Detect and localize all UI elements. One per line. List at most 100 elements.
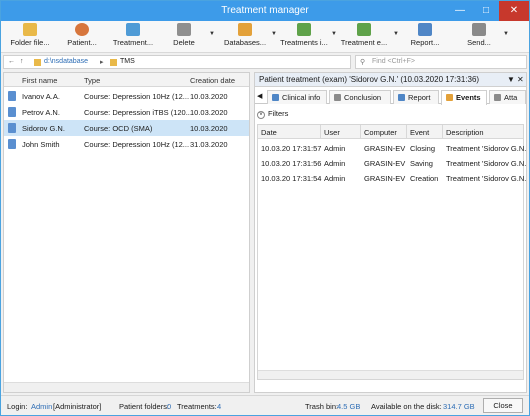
event-date: 10.03.20 17:31:56 xyxy=(261,159,322,168)
trash-bin-label: Trash bin: xyxy=(305,402,339,411)
dropdown-icon[interactable]: ▼ xyxy=(507,75,515,84)
event-user: Admin xyxy=(324,144,346,153)
row-date: 10.03.2020 xyxy=(190,124,228,133)
tab-events[interactable]: Events xyxy=(441,90,487,105)
detail-title-bar: Patient treatment (exam) 'Sidorov G.N.' … xyxy=(255,73,526,87)
report-tab-icon xyxy=(398,94,405,101)
tab-conclusion[interactable]: Conclusion xyxy=(329,90,391,104)
col-computer[interactable]: Computer xyxy=(364,128,397,137)
folder-icon xyxy=(23,23,37,36)
patients-grid-header: First name Type Creation date xyxy=(4,73,249,87)
close-panel-icon[interactable]: ✕ xyxy=(517,75,524,84)
patient-icon xyxy=(75,23,89,36)
col-event[interactable]: Event xyxy=(410,128,429,137)
treatments-import-dropdown-arrow[interactable]: ▼ xyxy=(331,31,337,37)
breadcrumb-folder[interactable]: TMS xyxy=(120,58,135,65)
table-row[interactable]: Sidorov G.N. Course: OCD (SMA) 10.03.202… xyxy=(4,120,249,136)
login-user: Admin xyxy=(31,402,53,411)
tab-scroll-left-icon[interactable]: ◀ xyxy=(257,92,262,100)
breadcrumb: ← ↑ d:\nsdatabase ▸ TMS xyxy=(3,55,351,69)
detail-tabs: ◀ Clinical info Conclusion Report Events… xyxy=(255,89,526,105)
minimize-button[interactable]: — xyxy=(447,1,473,21)
conclusion-icon xyxy=(334,94,341,101)
delete-button[interactable]: Delete xyxy=(167,23,201,51)
databases-dropdown-arrow[interactable]: ▼ xyxy=(271,31,277,37)
table-row[interactable]: Petrov A.N. Course: Depression iTBS (120… xyxy=(4,104,249,120)
patient-button[interactable]: Patient... xyxy=(61,23,103,51)
column-divider xyxy=(406,125,407,139)
close-button[interactable]: Close xyxy=(483,398,523,413)
patient-folders-count: 0 xyxy=(167,402,172,411)
row-date: 10.03.2020 xyxy=(190,92,228,101)
patients-horizontal-scrollbar[interactable] xyxy=(4,382,249,392)
events-horizontal-scrollbar[interactable] xyxy=(258,370,523,379)
treatment-detail-panel: Patient treatment (exam) 'Sidorov G.N.' … xyxy=(254,72,527,393)
col-creation-date[interactable]: Creation date xyxy=(190,76,235,85)
maximize-button[interactable]: □ xyxy=(473,1,499,21)
send-icon xyxy=(472,23,486,36)
col-user[interactable]: User xyxy=(324,128,340,137)
col-description[interactable]: Description xyxy=(446,128,484,137)
disk-space-value: 314.7 GB xyxy=(443,402,475,411)
tab-label: Conclusion xyxy=(344,93,382,102)
events-table: Date User Computer Event Description 10.… xyxy=(257,124,526,380)
report-button[interactable]: Report... xyxy=(405,23,445,51)
back-arrow-icon[interactable]: ← xyxy=(8,58,15,65)
row-name: Ivanov A.A. xyxy=(22,92,60,101)
table-row[interactable]: 10.03.20 17:31:56 Admin GRASIN-EV Saving… xyxy=(258,156,526,170)
treatment-icon xyxy=(126,23,140,36)
folder-file-label: Folder file... xyxy=(10,38,50,47)
detail-title: Patient treatment (exam) 'Sidorov G.N.' … xyxy=(259,75,480,84)
treatments-label: Treatments: xyxy=(177,402,217,411)
tab-report[interactable]: Report xyxy=(393,90,439,104)
table-row[interactable]: John Smith Course: Depression 10Hz (12..… xyxy=(4,136,249,152)
column-divider xyxy=(442,125,443,139)
event-computer: GRASIN-EV xyxy=(364,174,406,183)
patients-grid: First name Type Creation date Ivanov A.A… xyxy=(3,72,250,393)
treatments-import-button[interactable]: Treatments i... xyxy=(279,23,329,51)
filters-toggle[interactable]: ˅ Filters xyxy=(257,109,288,119)
patient-folders-label: Patient folders: xyxy=(119,402,170,411)
delete-dropdown-arrow[interactable]: ▼ xyxy=(209,31,215,37)
tms-folder-icon xyxy=(110,59,117,66)
table-row[interactable]: 10.03.20 17:31:54 Admin GRASIN-EV Creati… xyxy=(258,171,526,185)
drive-folder-icon xyxy=(34,59,41,66)
table-row[interactable]: Ivanov A.A. Course: Depression 10Hz (12.… xyxy=(4,88,249,104)
event-computer: GRASIN-EV xyxy=(364,144,406,153)
col-date[interactable]: Date xyxy=(261,128,277,137)
col-type[interactable]: Type xyxy=(84,76,100,85)
search-input[interactable]: ⚲ Find <Ctrl+F> xyxy=(355,55,527,69)
login-role: [Administrator] xyxy=(53,402,102,411)
col-first-name[interactable]: First name xyxy=(22,76,57,85)
send-dropdown-arrow[interactable]: ▼ xyxy=(503,31,509,37)
tab-label: Events xyxy=(456,93,481,102)
search-icon: ⚲ xyxy=(360,59,366,66)
treatment-export-dropdown-arrow[interactable]: ▼ xyxy=(393,31,399,37)
export-icon xyxy=(357,23,371,36)
close-window-button[interactable]: ✕ xyxy=(499,1,529,21)
row-name: Sidorov G.N. xyxy=(22,124,65,133)
tab-clinical-info[interactable]: Clinical info xyxy=(267,90,327,104)
clinical-info-icon xyxy=(272,94,279,101)
databases-button[interactable]: Databases... xyxy=(221,23,269,51)
events-icon xyxy=(446,94,453,101)
send-button[interactable]: Send... xyxy=(461,23,497,51)
breadcrumb-root[interactable]: d:\nsdatabase xyxy=(44,58,88,65)
tab-attachments[interactable]: Atta xyxy=(489,90,526,104)
table-row[interactable]: 10.03.20 17:31:57 Admin GRASIN-EV Closin… xyxy=(258,141,526,155)
tab-label: Atta xyxy=(504,93,518,102)
row-date: 10.03.2020 xyxy=(190,108,228,117)
report-label: Report... xyxy=(410,38,440,47)
patient-folder-icon xyxy=(8,123,16,133)
report-icon xyxy=(418,23,432,36)
title-bar[interactable]: Treatment manager — □ ✕ xyxy=(1,1,529,21)
login-label: Login: xyxy=(7,402,28,411)
folder-file-button[interactable]: Folder file... xyxy=(7,23,53,51)
treatment-export-button[interactable]: Treatment e... xyxy=(339,23,389,51)
attachment-icon xyxy=(494,94,501,101)
send-label: Send... xyxy=(467,38,491,47)
up-arrow-icon[interactable]: ↑ xyxy=(20,58,24,65)
treatment-button[interactable]: Treatment... xyxy=(109,23,157,51)
treatment-manager-window: Treatment manager — □ ✕ Folder file... P… xyxy=(0,0,530,416)
event-computer: GRASIN-EV xyxy=(364,159,406,168)
